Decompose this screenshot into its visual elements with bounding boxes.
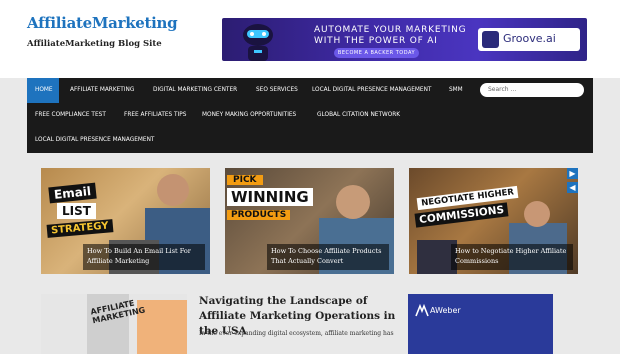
- slider-card[interactable]: NEGOTIATE HIGHER COMMISSIONS How to Nego…: [409, 168, 578, 274]
- groove-ad-banner[interactable]: AUTOMATE YOUR MARKETING WITH THE POWER O…: [222, 18, 587, 61]
- nav-item-money-making[interactable]: MONEY MAKING OPPORTUNITIES: [202, 112, 296, 118]
- nav-item-global-citation-network[interactable]: GLOBAL CITATION NETWORK: [317, 112, 400, 118]
- nav-item-smm[interactable]: SMM: [449, 87, 463, 93]
- image-text-list: LIST: [57, 203, 96, 219]
- groove-logo-icon: [482, 31, 499, 48]
- header: AffiliateMarketing AffiliateMarketing Bl…: [0, 0, 620, 78]
- slider-card[interactable]: PICK WINNING PRODUCTS How To Choose Affi…: [225, 168, 394, 274]
- aweber-brand-text: AWeber: [430, 306, 461, 315]
- aweber-ad[interactable]: AWeber: [408, 294, 553, 354]
- arrow-left-icon[interactable]: ◀: [567, 182, 578, 193]
- search-field[interactable]: Search ...: [480, 83, 584, 97]
- banner-cta-button[interactable]: BECOME A BACKER TODAY: [334, 48, 419, 58]
- slider-caption[interactable]: How To Choose Affiliate Products That Ac…: [267, 244, 389, 270]
- aweber-logo-icon: [415, 304, 429, 317]
- nav-item-free-compliance-test[interactable]: FREE COMPLIANCE TEST: [35, 112, 106, 118]
- nav-item-digital-marketing-center[interactable]: DIGITAL MARKETING CENTER: [153, 87, 237, 93]
- featured-article-image[interactable]: AFFILIATE MARKETING: [41, 294, 187, 354]
- groove-logo: Groove.ai: [478, 28, 580, 51]
- image-text-pick: PICK: [227, 175, 263, 185]
- article-excerpt: In the ever-expanding digital ecosystem,…: [199, 330, 394, 337]
- search-placeholder: Search ...: [488, 86, 517, 93]
- banner-headline-2: WITH THE POWER OF AI: [314, 36, 438, 46]
- nav-item-affiliate-marketing[interactable]: AFFILIATE MARKETING: [70, 87, 134, 93]
- slider-controls: ▶ ◀: [567, 168, 579, 196]
- slider-caption[interactable]: How to Negotiate Higher Affiliate Commis…: [451, 244, 573, 270]
- main-navigation: HOME AFFILIATE MARKETING DIGITAL MARKETI…: [27, 78, 593, 153]
- nav-item-local-digital-presence-2[interactable]: LOCAL DIGITAL PRESENCE MANAGEMENT: [35, 137, 154, 143]
- nav-item-home[interactable]: HOME: [35, 87, 53, 93]
- site-title[interactable]: AffiliateMarketing: [27, 14, 178, 32]
- arrow-right-icon[interactable]: ▶: [567, 168, 578, 179]
- featured-article: Navigating the Landscape of Affiliate Ma…: [187, 294, 397, 354]
- nav-item-seo-services[interactable]: SEO SERVICES: [256, 87, 298, 93]
- nav-item-free-affiliates-tips[interactable]: FREE AFFILIATES TIPS: [124, 112, 186, 118]
- banner-headline-1: AUTOMATE YOUR MARKETING: [314, 25, 467, 35]
- slider-caption[interactable]: How To Build An Email List For Affiliate…: [83, 244, 205, 270]
- slider-card[interactable]: Email LIST STRATEGY How To Build An Emai…: [41, 168, 210, 274]
- image-text-winning: WINNING: [227, 188, 313, 206]
- site-tagline: AffiliateMarketing Blog Site: [27, 39, 162, 49]
- nav-item-local-digital-presence[interactable]: LOCAL DIGITAL PRESENCE MANAGEMENT: [312, 87, 431, 93]
- image-text-products: PRODUCTS: [227, 210, 291, 220]
- robot-icon: [243, 24, 273, 61]
- groove-brand-text: Groove.ai: [503, 32, 556, 45]
